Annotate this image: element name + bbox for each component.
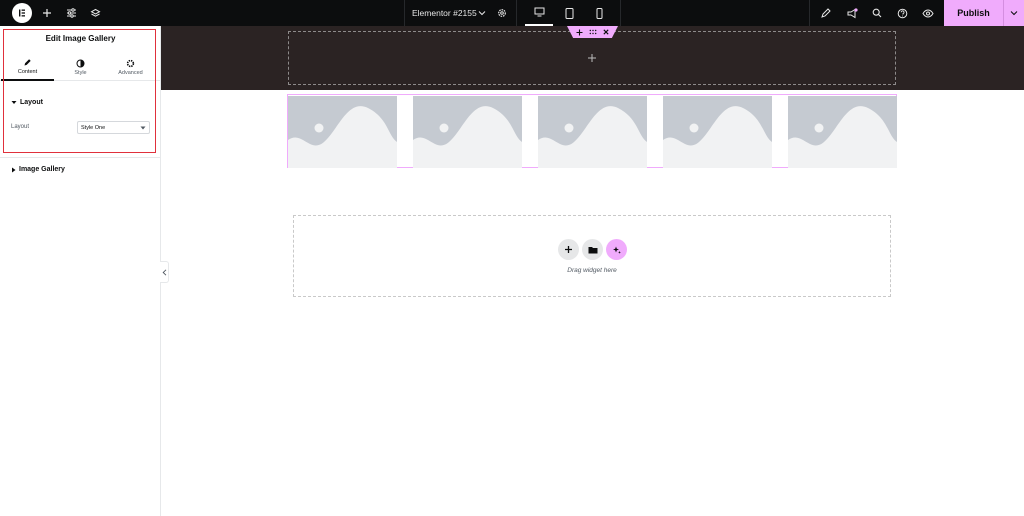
section-title: Image Gallery [19, 166, 65, 173]
empty-container[interactable] [288, 31, 896, 85]
section-image-gallery-header[interactable]: Image Gallery [11, 166, 65, 173]
add-section-button[interactable] [558, 239, 579, 260]
gallery-image-placeholder[interactable] [413, 96, 522, 168]
notes-icon[interactable] [815, 3, 835, 23]
layers-icon[interactable] [85, 3, 105, 23]
toolbar-divider [620, 0, 621, 26]
tab-label: Advanced [118, 70, 143, 76]
gallery-image-placeholder[interactable] [788, 96, 897, 168]
chevron-down-icon[interactable] [472, 3, 492, 23]
close-icon[interactable] [603, 29, 609, 35]
tab-content[interactable]: Content [1, 54, 54, 81]
caret-down-icon [140, 126, 146, 129]
drop-zone-text: Drag widget here [567, 267, 617, 274]
ai-sparkle-icon [612, 246, 621, 254]
tab-advanced[interactable]: Advanced [104, 54, 157, 81]
page-settings-gear-icon[interactable] [492, 3, 512, 23]
section-divider [0, 157, 161, 158]
folder-icon [588, 246, 597, 253]
drag-handle-icon[interactable] [589, 29, 597, 35]
panel-tabs: Content Style Advanced [0, 54, 161, 81]
caret-down-icon [11, 101, 17, 104]
tab-label: Content [17, 69, 38, 75]
widget-drop-zone[interactable]: Drag widget here [293, 215, 891, 297]
image-gallery-widget[interactable] [287, 94, 897, 168]
toolbar-divider [809, 0, 810, 26]
publish-button[interactable]: Publish [944, 0, 1003, 26]
section-title: Layout [20, 99, 43, 106]
gallery-image-placeholder[interactable] [538, 96, 647, 168]
section-layout-header[interactable]: Layout [11, 99, 43, 106]
settings-sliders-icon[interactable] [61, 3, 81, 23]
contrast-icon [76, 59, 85, 68]
collapse-panel-button[interactable] [160, 261, 169, 283]
top-bar: Elementor #2155 Publish [0, 0, 1024, 26]
publish-options-button[interactable] [1004, 0, 1024, 26]
preview-icon[interactable] [918, 3, 938, 23]
layout-select[interactable]: Style One [77, 121, 150, 134]
ai-generate-button[interactable] [606, 239, 627, 260]
gallery-image-placeholder[interactable] [663, 96, 772, 168]
layout-field-label: Layout [11, 124, 30, 130]
help-icon[interactable] [892, 3, 912, 23]
whats-new-icon[interactable] [842, 3, 862, 23]
chevron-left-icon [162, 268, 166, 276]
caret-right-icon [12, 167, 16, 172]
gear-icon [126, 59, 135, 68]
desktop-icon[interactable] [525, 0, 553, 26]
container-handle[interactable] [567, 26, 618, 38]
add-icon[interactable] [587, 53, 597, 63]
tab-label: Style [74, 70, 87, 76]
tablet-icon[interactable] [559, 3, 579, 23]
mobile-icon[interactable] [589, 3, 609, 23]
panel-title: Edit Image Gallery [45, 33, 116, 43]
add-icon [565, 246, 572, 253]
add-icon[interactable] [576, 29, 583, 36]
pencil-icon [24, 59, 31, 66]
publish-divider [1003, 0, 1004, 26]
layout-select-value: Style One [81, 124, 106, 131]
elementor-logo-icon[interactable] [12, 3, 32, 23]
document-title[interactable]: Elementor #2155 [412, 0, 477, 26]
add-template-button[interactable] [582, 239, 603, 260]
search-icon[interactable] [867, 3, 887, 23]
chevron-down-icon [1010, 11, 1018, 16]
gallery-image-placeholder[interactable] [288, 96, 397, 168]
editor-panel: Edit Image Gallery Content Style Advance… [0, 26, 161, 516]
tab-style[interactable]: Style [54, 54, 107, 81]
add-icon[interactable] [37, 3, 57, 23]
